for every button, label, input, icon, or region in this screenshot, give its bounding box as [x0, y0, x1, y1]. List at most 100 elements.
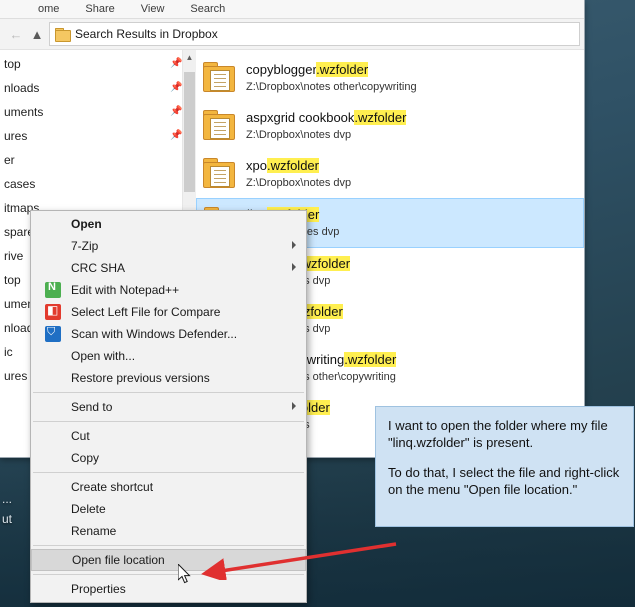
pin-icon[interactable]: 📌	[170, 58, 182, 70]
nav-item-1[interactable]: nloads 📌	[0, 76, 196, 100]
menu-label: Create shortcut	[71, 480, 154, 494]
menu-label: CRC SHA	[71, 261, 126, 275]
nav-label-0: top	[4, 57, 21, 71]
nav-label-3: ures	[4, 129, 28, 143]
desktop-label-1: ...	[2, 492, 13, 506]
tab-search[interactable]: Search	[190, 3, 225, 15]
chevron-right-icon	[292, 263, 296, 271]
back-button[interactable]: ←	[4, 23, 28, 45]
file-extension: .wzfolder	[266, 157, 319, 173]
menu-label: Rename	[71, 524, 117, 538]
nav-item-2[interactable]: uments 📌	[0, 100, 196, 124]
nav-item-3[interactable]: ures 📌	[0, 124, 196, 148]
file-path: Z:\Dropbox\notes other\copywriting	[246, 80, 417, 93]
menu-separator	[33, 421, 304, 422]
menu-label: Cut	[71, 429, 90, 443]
menu-label: Open	[71, 217, 102, 231]
file-name-base: aspxgrid cookbook	[246, 109, 355, 125]
nav-label-12: ic	[4, 345, 13, 359]
pin-icon[interactable]: 📌	[170, 82, 182, 94]
address-bar: ← ▲ Search Results in Dropbox	[0, 19, 584, 50]
address-input[interactable]: Search Results in Dropbox	[49, 22, 580, 46]
menu-item-send-to[interactable]: Send to	[31, 396, 306, 418]
menu-label: Copy	[71, 451, 100, 465]
chevron-right-icon	[292, 402, 296, 410]
nav-item-5[interactable]: cases	[0, 172, 196, 196]
menu-separator	[33, 545, 304, 546]
menu-label: 7-Zip	[71, 239, 99, 253]
tab-share[interactable]: Share	[85, 3, 114, 15]
menu-label: Open with...	[71, 349, 136, 363]
wzfolder-file-icon	[202, 109, 236, 143]
menu-item-create-shortcut[interactable]: Create shortcut	[31, 476, 306, 498]
ribbon-tab-strip: ome Share View Search	[0, 0, 584, 19]
file-name: aspxgrid cookbook.wzfolder	[246, 109, 407, 125]
nav-label-8: rive	[4, 249, 24, 263]
tab-home[interactable]: ome	[38, 3, 59, 15]
menu-item-open-file-location[interactable]: Open file location	[31, 549, 306, 571]
file-name-base: xpo	[246, 157, 267, 173]
scroll-up-icon[interactable]: ▲	[183, 50, 196, 64]
pin-icon[interactable]: 📌	[170, 130, 182, 142]
nav-label-11: nload	[4, 321, 34, 335]
table-row[interactable]: copyblogger.wzfolder Z:\Dropbox\notes ot…	[196, 54, 584, 102]
menu-item-properties[interactable]: Properties	[31, 578, 306, 600]
menu-item-edit-notepadpp[interactable]: Edit with Notepad++	[31, 279, 306, 301]
file-name: copyblogger.wzfolder	[246, 61, 369, 77]
defender-icon	[45, 326, 61, 342]
menu-item-restore-previous-versions[interactable]: Restore previous versions	[31, 367, 306, 389]
wzfolder-file-icon	[202, 61, 236, 95]
menu-item-copy[interactable]: Copy	[31, 447, 306, 469]
menu-label: Send to	[71, 400, 113, 414]
nav-label-2: uments	[4, 105, 44, 119]
desktop-label-2: ut	[2, 512, 13, 526]
nav-label-5: cases	[4, 177, 36, 191]
file-path: Z:\Dropbox\notes dvp	[246, 128, 352, 141]
file-extension: .wzfolder	[354, 109, 407, 125]
nav-label-1: nloads	[4, 81, 40, 95]
pin-icon[interactable]: 📌	[170, 106, 182, 118]
menu-item-open-with[interactable]: Open with...	[31, 345, 306, 367]
up-button[interactable]: ▲	[28, 23, 46, 45]
menu-label: Edit with Notepad++	[71, 283, 180, 297]
chevron-right-icon	[292, 241, 296, 249]
menu-item-crc-sha[interactable]: CRC SHA	[31, 257, 306, 279]
callout-paragraph-1: I want to open the folder where my file …	[388, 418, 608, 450]
menu-label: Restore previous versions	[71, 371, 210, 385]
winmerge-icon	[45, 303, 61, 320]
table-row[interactable]: xpo.wzfolder Z:\Dropbox\notes dvp	[196, 150, 584, 198]
menu-item-7zip[interactable]: 7-Zip	[31, 235, 306, 257]
menu-item-scan-defender[interactable]: Scan with Windows Defender...	[31, 323, 306, 345]
menu-item-cut[interactable]: Cut	[31, 425, 306, 447]
file-extension: .wzfolder	[344, 351, 397, 367]
wzfolder-file-icon	[202, 157, 236, 191]
callout-paragraph-2: To do that, I select the file and right-…	[388, 465, 620, 497]
tab-view[interactable]: View	[141, 3, 165, 15]
menu-separator	[33, 392, 304, 393]
scrollbar-thumb[interactable]	[184, 72, 195, 192]
menu-item-rename[interactable]: Rename	[31, 520, 306, 542]
nav-item-0[interactable]: top 📌	[0, 52, 196, 76]
table-row[interactable]: aspxgrid cookbook.wzfolder Z:\Dropbox\no…	[196, 102, 584, 150]
menu-label: Open file location	[72, 553, 165, 567]
context-menu: Open 7-Zip CRC SHA Edit with Notepad++ S…	[30, 210, 307, 603]
mouse-cursor	[178, 564, 191, 584]
menu-label: Select Left File for Compare	[71, 305, 221, 319]
file-name-base: copyblogger	[246, 61, 317, 77]
menu-item-select-left-file[interactable]: Select Left File for Compare	[31, 301, 306, 323]
file-extension: .wzfolder	[316, 61, 369, 77]
menu-separator	[33, 472, 304, 473]
folder-icon	[55, 28, 71, 42]
nav-item-4[interactable]: er	[0, 148, 196, 172]
annotation-callout: I want to open the folder where my file …	[375, 406, 634, 527]
notepadpp-icon	[45, 281, 61, 298]
menu-label: Delete	[71, 502, 106, 516]
menu-item-delete[interactable]: Delete	[31, 498, 306, 520]
address-text: Search Results in Dropbox	[75, 27, 218, 41]
nav-label-4: er	[4, 153, 15, 167]
nav-label-13: ures	[4, 369, 28, 383]
menu-separator	[33, 574, 304, 575]
menu-label: Properties	[71, 582, 126, 596]
menu-label: Scan with Windows Defender...	[71, 327, 238, 341]
menu-item-open[interactable]: Open	[31, 213, 306, 235]
